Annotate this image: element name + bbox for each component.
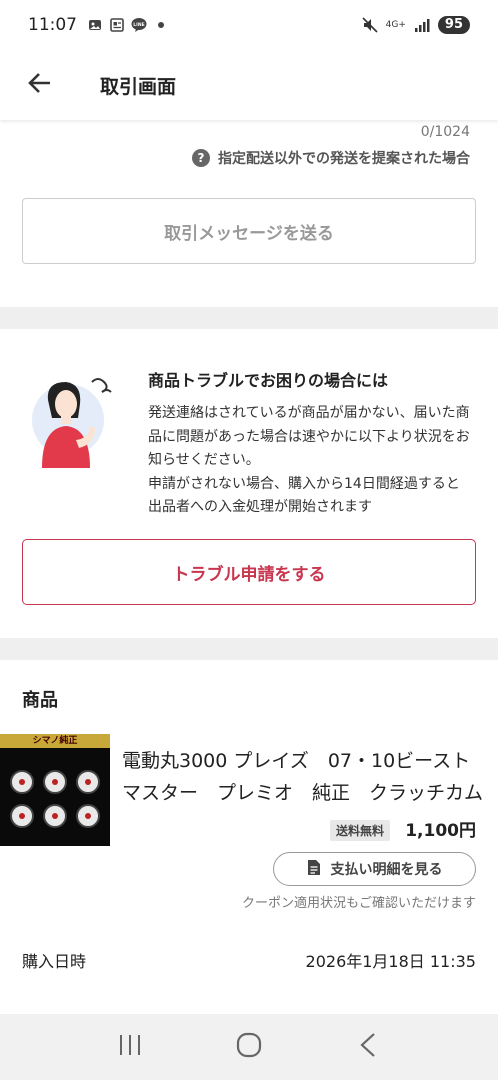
payment-button-label: 支払い明細を見る (330, 862, 443, 878)
section-divider (0, 307, 498, 329)
view-payment-details-button[interactable]: 支払い明細を見る (273, 852, 476, 886)
free-shipping-badge: 送料無料 (330, 820, 391, 841)
message-char-count: 0/1024 (420, 124, 470, 140)
reel-part-image (76, 804, 100, 828)
status-time: 11:07 (28, 15, 77, 35)
confused-person-illustration (30, 370, 130, 470)
battery-level: 95 (437, 16, 470, 34)
reel-part-image (43, 770, 67, 794)
back-button[interactable] (0, 55, 80, 115)
reel-part-image (10, 804, 34, 828)
network-type: 4G+ (385, 19, 406, 30)
product-section-heading: 商品 (22, 690, 58, 711)
home-button[interactable] (219, 1022, 279, 1072)
off-platform-shipping-help-link[interactable]: ? 指定配送以外での発送を提案された場合 (192, 148, 470, 168)
product-price: 1,100円 (405, 821, 476, 841)
arrow-left-icon (27, 70, 53, 100)
product-thumbnail[interactable]: シマノ純正 (0, 734, 110, 846)
product-title[interactable]: 電動丸3000 プレイズ 07・10ビーストマスター プレミオ 純正 クラッチカ… (122, 745, 484, 809)
recent-apps-icon (118, 1034, 142, 1060)
status-bar: 11:07 LINE 4G+ 95 (0, 0, 498, 50)
home-icon (236, 1032, 262, 1062)
chevron-left-icon (359, 1032, 377, 1062)
app-header: 取引画面 (0, 50, 498, 120)
purchase-date-label: 購入日時 (22, 952, 87, 971)
status-right: 4G+ 95 (362, 16, 470, 34)
purchase-date-value: 2026年1月18日 11:35 (305, 952, 476, 971)
gallery-icon (87, 17, 103, 33)
reel-part-image (10, 770, 34, 794)
send-message-button[interactable]: 取引メッセージを送る (22, 198, 476, 264)
section-divider (0, 638, 498, 660)
page-title: 取引画面 (100, 75, 177, 98)
trouble-report-button[interactable]: トラブル申請をする (22, 539, 476, 605)
reel-part-image (43, 804, 67, 828)
mute-icon (362, 17, 378, 33)
notification-icons: LINE (87, 17, 169, 33)
signal-icon (414, 17, 430, 33)
trouble-description: 発送連絡はされているが商品が届かない、届いた商品に問題があった場合は速やかに以下… (148, 405, 470, 515)
svg-text:LINE: LINE (133, 22, 144, 28)
trouble-title: 商品トラブルでお困りの場合には (148, 371, 389, 390)
document-icon (307, 859, 321, 880)
recent-apps-button[interactable] (100, 1022, 160, 1072)
notification-dot-icon (153, 17, 169, 33)
news-icon (109, 17, 125, 33)
thumbnail-banner: シマノ純正 (0, 734, 110, 748)
reel-part-image (76, 770, 100, 794)
line-app-icon: LINE (131, 17, 147, 33)
system-back-button[interactable] (338, 1022, 398, 1072)
system-navigation-bar (0, 1014, 498, 1080)
question-circle-icon: ? (192, 149, 210, 167)
coupon-note: クーポン適用状況もご確認いただけます (241, 896, 476, 911)
help-link-text: 指定配送以外での発送を提案された場合 (218, 151, 470, 167)
